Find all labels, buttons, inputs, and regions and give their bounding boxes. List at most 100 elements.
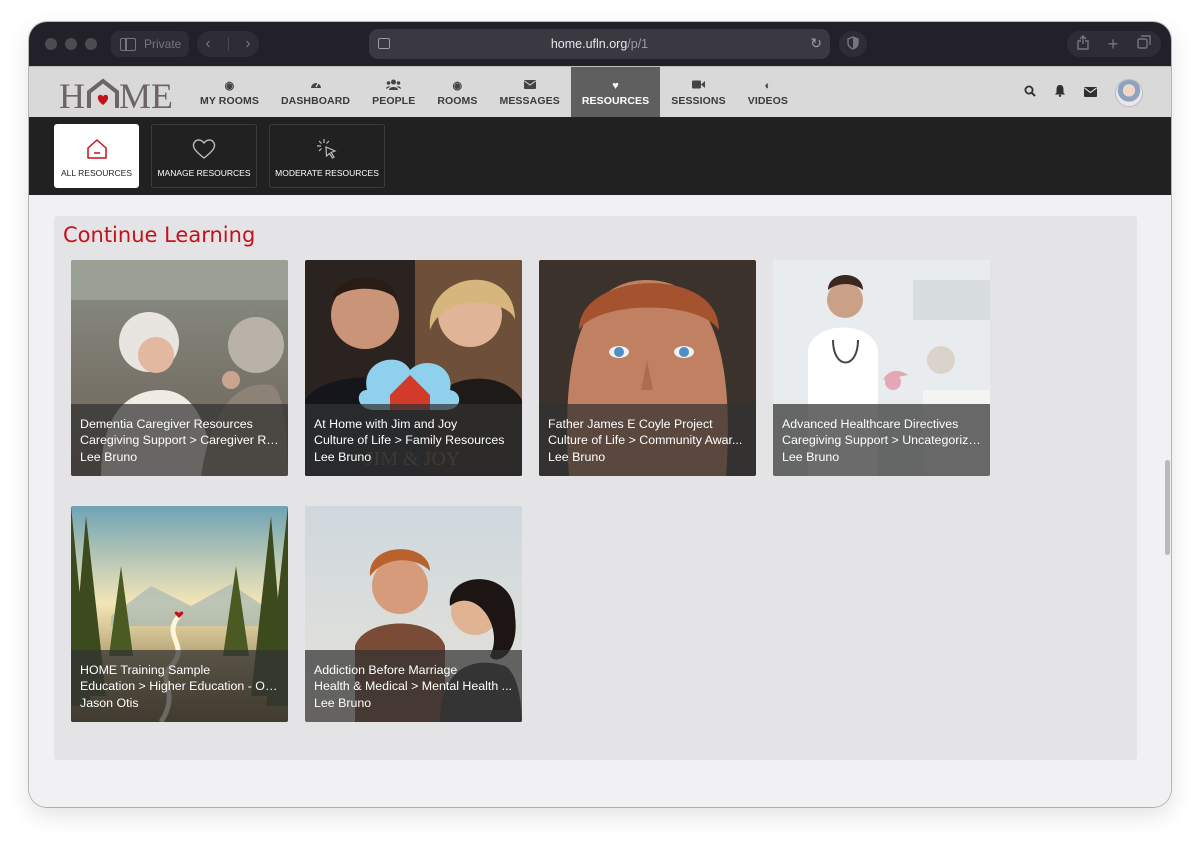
tab-all-resources[interactable]: ALL RESOURCES (54, 124, 139, 188)
new-tab-icon[interactable]: + (1108, 34, 1119, 55)
card-caption: Father James E Coyle Project Culture of … (539, 404, 756, 476)
browser-window: Private ‹ › home.ufln.org/p/1 ↻ + H ME ◉… (29, 22, 1171, 807)
close-window-button[interactable] (45, 38, 57, 50)
forward-button[interactable]: › (245, 35, 250, 53)
card-author: Lee Bruno (80, 449, 138, 464)
resource-card[interactable]: HOME Training Sample Education > Higher … (71, 506, 288, 722)
nav-item-messages[interactable]: MESSAGES (488, 67, 570, 118)
card-category: Culture of Life > Community Awar... (548, 433, 743, 448)
url-host: home.ufln.org (550, 37, 628, 51)
nav-item-label: SESSIONS (671, 94, 726, 107)
private-label: Private (144, 37, 182, 51)
cursor-click-icon (314, 134, 340, 164)
card-caption: Dementia Caregiver Resources Caregiving … (71, 404, 288, 476)
resource-card[interactable]: Dementia Caregiver Resources Caregiving … (71, 260, 288, 476)
nav-item-my-rooms[interactable]: ◉ MY ROOMS (189, 67, 270, 118)
avatar[interactable] (1115, 78, 1143, 107)
nav-item-videos[interactable]: ◐ VIDEOS (737, 67, 799, 118)
card-author: Lee Bruno (782, 449, 840, 464)
nav-item-label: VIDEOS (747, 94, 788, 107)
nav-item-label: MY ROOMS (200, 94, 259, 107)
resource-card[interactable]: Father James E Coyle Project Culture of … (539, 260, 756, 476)
tab-manage-resources[interactable]: MANAGE RESOURCES (151, 124, 257, 188)
nav-item-people[interactable]: PEOPLE (361, 67, 426, 118)
search-icon[interactable] (1024, 84, 1036, 102)
card-category: Health & Medical > Mental Health ... (314, 679, 513, 694)
home-logo[interactable]: H ME (59, 75, 174, 116)
nav-item-sessions[interactable]: SESSIONS (660, 67, 736, 118)
share-icon[interactable] (1076, 34, 1089, 54)
section-title: Continue Learning (63, 223, 256, 247)
main-nav: ◉ MY ROOMS DASHBOARD PEOPLE ◉ ROOMS MESS… (189, 67, 799, 118)
card-author: Lee Bruno (548, 449, 606, 464)
card-category: Culture of Life > Family Resources (314, 433, 505, 448)
back-button[interactable]: ‹ (205, 35, 210, 53)
tab-overview-icon[interactable] (1137, 35, 1152, 53)
card-caption: Advanced Healthcare Directives Caregivin… (773, 404, 990, 476)
tab-moderate-resources[interactable]: MODERATE RESOURCES (269, 124, 385, 188)
privacy-report-button[interactable] (839, 31, 867, 57)
nav-item-dashboard[interactable]: DASHBOARD (270, 67, 361, 118)
card-title: Dementia Caregiver Resources (80, 417, 253, 431)
reload-icon[interactable]: ↻ (810, 35, 822, 52)
tab-label: MODERATE RESOURCES (275, 168, 379, 178)
card-author: Jason Otis (80, 695, 139, 710)
card-title: Father James E Coyle Project (548, 417, 713, 431)
browser-toolbar: Private ‹ › home.ufln.org/p/1 ↻ + (29, 22, 1171, 66)
history-nav: ‹ › (197, 31, 259, 57)
card-title: Advanced Healthcare Directives (782, 417, 959, 431)
minimize-window-button[interactable] (65, 38, 77, 50)
shield-icon (847, 35, 859, 53)
card-category: Caregiving Support > Uncategorized (782, 433, 982, 448)
resources-subnav: ALL RESOURCES MANAGE RESOURCES MODERATE … (29, 117, 1171, 195)
page-settings-icon[interactable] (378, 38, 390, 49)
resource-card[interactable]: JIM & JOY At Home with Jim and Joy Cultu… (305, 260, 522, 476)
card-title: At Home with Jim and Joy (314, 417, 458, 431)
browser-actions: + (1067, 31, 1161, 57)
home-logo-graphic: H ME (59, 76, 173, 116)
nav-item-resources[interactable]: ♥ RESOURCES (570, 67, 661, 118)
url-path: /p/1 (627, 37, 649, 51)
page-scrollbar[interactable] (1165, 460, 1170, 555)
home-icon (85, 134, 109, 164)
zoom-window-button[interactable] (85, 38, 97, 50)
tab-label: ALL RESOURCES (60, 168, 132, 178)
target-icon: ◉ (452, 79, 463, 92)
nav-item-label: RESOURCES (581, 94, 650, 107)
nav-item-rooms[interactable]: ◉ ROOMS (426, 67, 488, 118)
nav-item-label: PEOPLE (372, 94, 416, 107)
nav-item-label: MESSAGES (499, 94, 560, 107)
continue-learning-panel: Continue Learning Dementia Caregiver Res… (54, 216, 1137, 760)
envelope-icon (523, 79, 536, 93)
resource-card[interactable]: Advanced Healthcare Directives Caregivin… (773, 260, 990, 476)
logo-letters-me: ME (119, 76, 173, 111)
card-title: HOME Training Sample (80, 663, 211, 677)
card-category: Education > Higher Education - On... (80, 679, 280, 694)
sidebar-toggle-button[interactable]: Private (111, 31, 189, 57)
card-author: Lee Bruno (314, 695, 372, 710)
card-author: Lee Bruno (314, 449, 372, 464)
main-content: Continue Learning Dementia Caregiver Res… (29, 195, 1171, 807)
heart-outline-icon (191, 134, 217, 164)
envelope-icon[interactable] (1084, 84, 1097, 102)
nav-item-label: DASHBOARD (280, 94, 351, 107)
nav-item-label: ROOMS (437, 94, 478, 107)
gauge-icon (310, 79, 322, 93)
card-category: Caregiving Support > Caregiver Re... (80, 433, 280, 448)
logo-letter-h: H (59, 76, 85, 111)
users-icon (386, 79, 402, 93)
card-caption: Addiction Before Marriage Health & Medic… (305, 650, 522, 722)
address-bar[interactable]: home.ufln.org/p/1 ↻ (369, 29, 830, 59)
contrast-icon: ◐ (764, 79, 772, 92)
tab-label: MANAGE RESOURCES (157, 168, 251, 178)
card-caption: At Home with Jim and Joy Culture of Life… (305, 404, 522, 476)
resource-card[interactable]: Addiction Before Marriage Health & Medic… (305, 506, 522, 722)
video-camera-icon (691, 79, 705, 93)
target-icon: ◉ (224, 79, 235, 92)
card-title: Addiction Before Marriage (314, 663, 458, 677)
card-caption: HOME Training Sample Education > Higher … (71, 650, 288, 722)
user-tools (1024, 67, 1143, 118)
app-navbar: H ME ◉ MY ROOMS DASHBOARD PEOPLE ◉ ROOMS… (29, 66, 1171, 118)
heart-icon: ♥ (612, 79, 619, 92)
bell-icon[interactable] (1054, 84, 1066, 102)
